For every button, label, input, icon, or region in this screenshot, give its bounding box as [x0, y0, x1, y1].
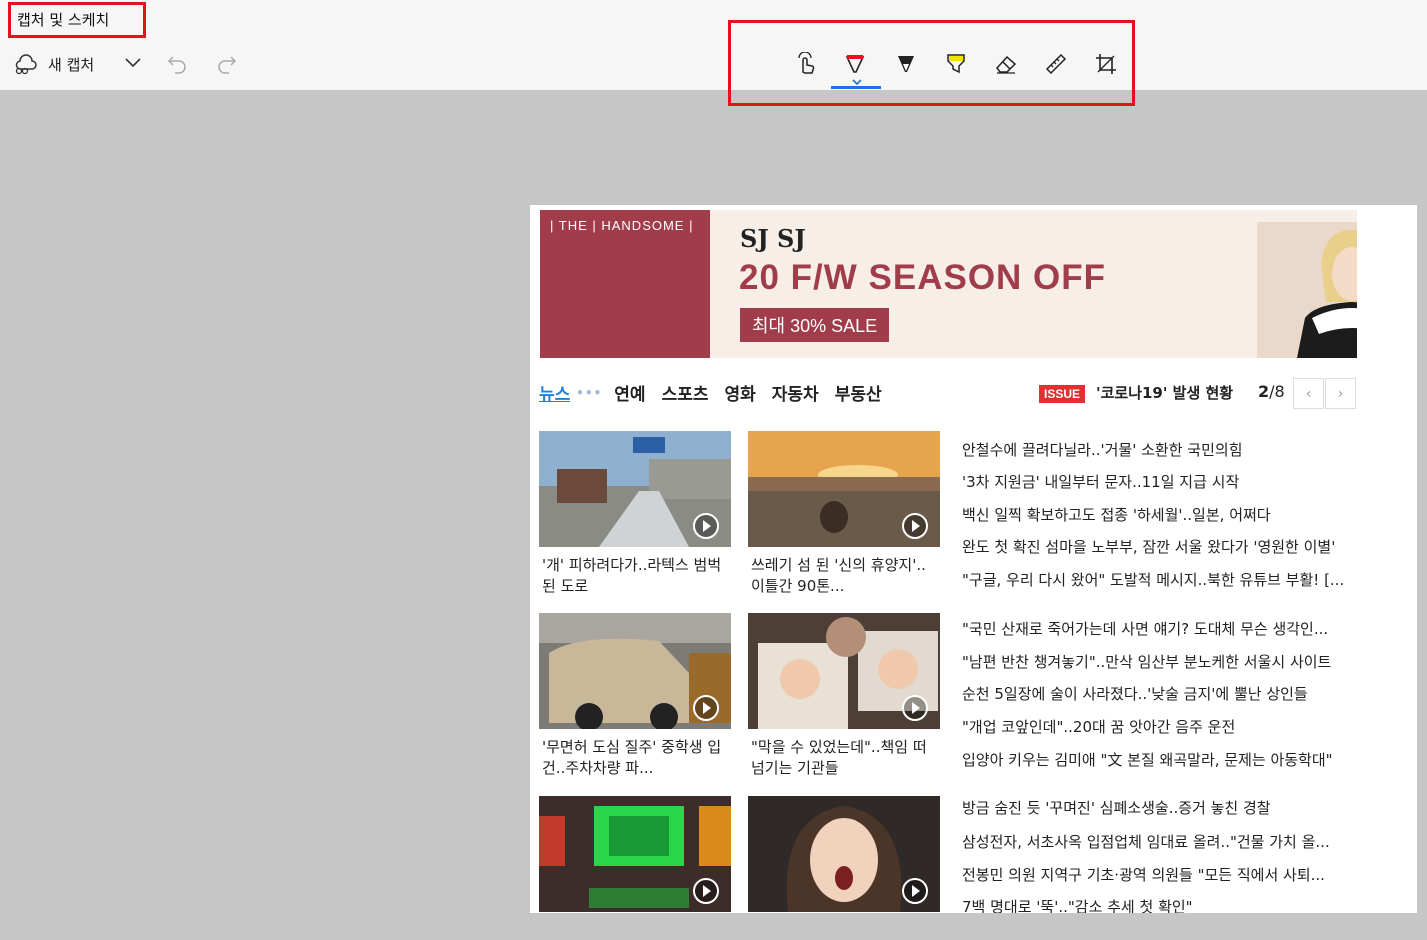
banner-model-photo [1257, 222, 1357, 358]
news-headline[interactable]: 안철수에 끌려다닐라..'거물' 소환한 국민의힘 [962, 439, 1360, 460]
news-headline[interactable]: 삼성전자, 서초사옥 입점업체 임대료 올려.."건물 가치 올... [962, 831, 1360, 852]
chevron-right-icon: › [1337, 385, 1344, 402]
banner-content: SJ SJ 20 F/W SEASON OFF 최대 30% SALE [710, 210, 1357, 358]
news-headline[interactable]: 입양아 키우는 김미애 "文 본질 왜곡말라, 문제는 아동학대" [962, 749, 1360, 770]
more-dots-icon[interactable]: ••• [576, 386, 602, 400]
app-title: 캡처 및 스케치 [8, 2, 146, 38]
new-capture-icon [15, 54, 37, 75]
play-icon [693, 695, 719, 721]
banner-headline: 20 F/W SEASON OFF [739, 258, 1107, 297]
play-icon [693, 513, 719, 539]
news-headline[interactable]: 완도 첫 확진 섬마을 노부부, 잠깐 서울 왔다가 '영원한 이별' [962, 536, 1360, 557]
undo-icon[interactable] [166, 53, 188, 77]
news-thumbnail[interactable] [748, 796, 940, 912]
next-button[interactable]: › [1325, 378, 1356, 409]
tab-entertainment[interactable]: 연예 [614, 380, 645, 405]
news-caption[interactable]: "막을 수 있었는데"..책임 떠넘기는 기관들 [751, 737, 931, 781]
banner-brand: | THE | HANDSOME | [550, 218, 694, 233]
tab-cars[interactable]: 자동차 [772, 380, 819, 405]
news-thumbnail[interactable] [539, 431, 731, 547]
news-headline[interactable]: 순천 5일장에 술이 사라졌다..'낮술 금지'에 뿔난 상인들 [962, 683, 1360, 704]
news-thumbnail[interactable] [748, 613, 940, 729]
tab-real-estate[interactable]: 부동산 [835, 380, 882, 405]
news-headline[interactable]: "국민 산재로 죽어가는데 사면 얘기? 도대체 무슨 생각인... [962, 618, 1360, 639]
news-caption[interactable]: '무면허 도심 질주' 중학생 입건..주차차량 파... [542, 737, 722, 781]
news-thumbnail[interactable] [748, 431, 940, 547]
chevron-down-icon[interactable] [124, 56, 142, 68]
news-thumbnail[interactable] [539, 613, 731, 729]
title-bar: 캡처 및 스케치 새 캡처 [0, 0, 1427, 106]
tab-sports[interactable]: 스포츠 [662, 380, 709, 405]
redo-icon[interactable] [216, 53, 238, 77]
news-headline[interactable]: "개업 코앞인데"..20대 꿈 앗아간 음주 운전 [962, 716, 1360, 737]
news-nav: 뉴스 ••• 연예 스포츠 영화 자동차 부동산 [539, 380, 898, 405]
play-icon [902, 878, 928, 904]
issue-pager: 2/8 [1258, 382, 1285, 401]
tab-news[interactable]: 뉴스 [539, 380, 570, 405]
tools-annotation-box [728, 20, 1135, 106]
ad-banner[interactable]: | THE | HANDSOME | SJ SJ 20 F/W SEASON O… [540, 210, 1357, 358]
play-icon [693, 878, 719, 904]
banner-logo: SJ SJ [740, 224, 806, 253]
news-headline[interactable]: "남편 반찬 챙겨놓기"..만삭 임산부 분노케한 서울시 사이트 [962, 651, 1360, 672]
news-caption[interactable]: '개' 피하려다가..라텍스 범벅된 도로 [542, 555, 722, 599]
prev-button[interactable]: ‹ [1293, 378, 1324, 409]
play-icon [902, 513, 928, 539]
new-capture-label: 새 캡처 [48, 55, 95, 74]
pager-total: /8 [1269, 382, 1285, 401]
news-headline[interactable]: 7백 명대로 '뚝'.."감소 추세 첫 확인" [962, 896, 1360, 913]
banner-sale-label: 최대 30% SALE [740, 308, 890, 342]
new-capture-button[interactable]: 새 캡처 [14, 50, 94, 78]
news-headline[interactable]: 전봉민 의원 지역구 기초·광역 의원들 "모든 직에서 사퇴... [962, 864, 1360, 885]
chevron-left-icon: ‹ [1305, 385, 1312, 402]
issue-badge: ISSUE [1039, 385, 1086, 403]
news-headline[interactable]: '3차 지원금' 내일부터 문자..11일 지급 시작 [962, 471, 1360, 492]
news-headline[interactable]: "구글, 우리 다시 왔어" 도발적 메시지..북한 유튜브 부활! [... [962, 569, 1360, 590]
pager-current: 2 [1258, 382, 1270, 401]
play-icon [902, 695, 928, 721]
tab-movies[interactable]: 영화 [725, 380, 756, 405]
news-headline[interactable]: 백신 일찍 확보하고도 접종 '하세월'..일본, 어쩌다 [962, 504, 1360, 525]
issue-link[interactable]: '코로나19' 발생 현황 [1096, 382, 1233, 403]
news-caption[interactable]: 쓰레기 섬 된 '신의 휴양지'..이틀간 90톤... [751, 555, 931, 599]
news-thumbnail[interactable] [539, 796, 731, 912]
news-headline[interactable]: 방금 숨진 듯 '꾸며진' 심폐소생술..증거 놓친 경찰 [962, 797, 1360, 818]
captured-image: | THE | HANDSOME | SJ SJ 20 F/W SEASON O… [530, 205, 1417, 913]
